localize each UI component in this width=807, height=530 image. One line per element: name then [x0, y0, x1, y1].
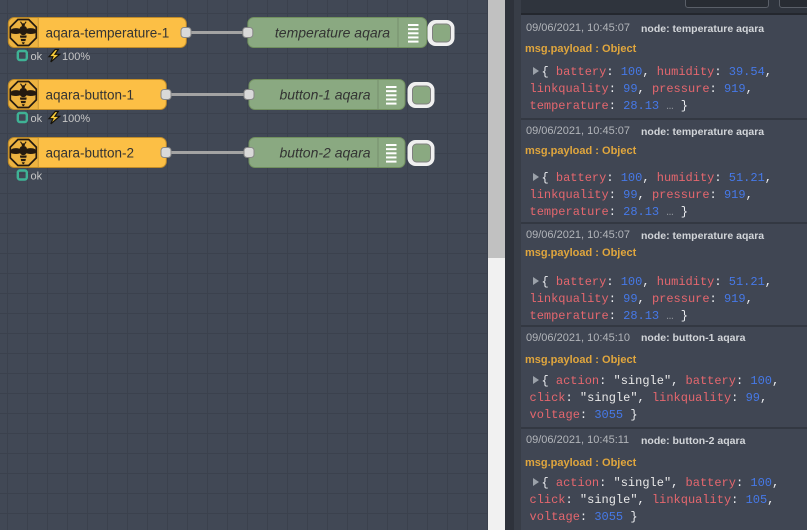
- svg-text:button-2 aqara: button-2 aqara: [279, 145, 370, 161]
- svg-text:100%: 100%: [62, 113, 90, 125]
- svg-text:temperature aqara: temperature aqara: [275, 25, 390, 41]
- svg-text:button-1 aqara: button-1 aqara: [279, 87, 370, 103]
- svg-text:ok: ok: [31, 171, 43, 183]
- svg-text:100%: 100%: [62, 51, 90, 63]
- svg-text:aqara-button-2: aqara-button-2: [46, 146, 135, 161]
- svg-text:aqara-temperature-1: aqara-temperature-1: [46, 26, 170, 41]
- svg-text:aqara-button-1: aqara-button-1: [46, 88, 135, 103]
- svg-text:ok: ok: [31, 51, 43, 63]
- svg-text:ok: ok: [31, 113, 43, 125]
